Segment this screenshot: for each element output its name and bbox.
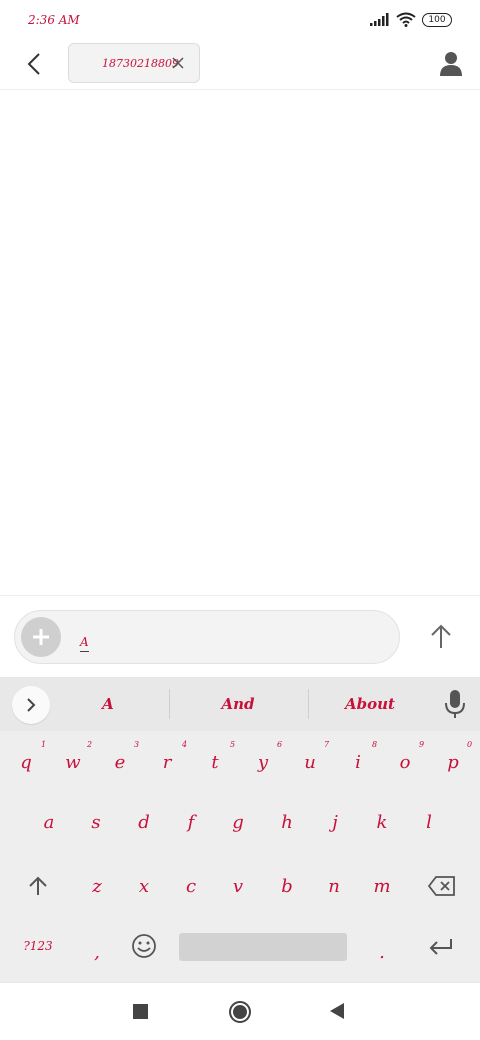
compose-text: A [80,633,89,652]
key-hint: 5 [230,740,236,749]
home-icon[interactable] [229,1001,251,1023]
compose-area: A [0,595,480,677]
add-attachment-button[interactable] [21,617,61,657]
signal-icon [370,13,389,26]
message-list [0,91,480,595]
send-arrow-icon[interactable] [426,622,456,652]
wifi-icon [396,12,416,27]
space-bar[interactable] [179,933,347,961]
expand-toolbar-button[interactable] [12,686,50,724]
key-hint: 3 [134,740,140,749]
battery-level: 100 [428,14,446,25]
key-t[interactable]: t [195,737,235,787]
key-a[interactable]: a [29,797,69,847]
key-r[interactable]: r [147,737,187,787]
period-key[interactable]: . [362,927,402,977]
key-j[interactable]: j [315,797,355,847]
key-m[interactable]: m [362,861,402,911]
suggestion-divider [169,689,170,719]
status-icons: 100 [370,12,452,27]
battery-icon: 100 [422,12,452,27]
comma-key[interactable]: , [77,927,117,977]
plus-icon [33,629,49,645]
key-hint: 6 [277,740,283,749]
back-button[interactable] [20,50,48,78]
chevron-right-icon [27,698,36,712]
compose-field[interactable]: A [14,610,400,664]
recipient-number: 18730218809 [102,56,179,70]
enter-key[interactable] [421,921,461,971]
key-hint: 4 [182,740,188,749]
suggestion-divider [308,689,309,719]
key-z[interactable]: z [77,861,117,911]
key-c[interactable]: c [171,861,211,911]
key-hint: 8 [372,740,378,749]
key-d[interactable]: d [124,797,164,847]
emoji-icon [132,934,156,958]
key-hint: 7 [324,740,330,749]
enter-icon [429,939,452,955]
keyboard: A And About q w e r t y u i o p 1 2 3 4 … [0,677,480,982]
system-nav-bar [0,982,480,1040]
key-s[interactable]: s [76,797,116,847]
key-h[interactable]: h [267,797,307,847]
key-l[interactable]: l [409,797,449,847]
suggestion-3[interactable]: About [310,695,430,713]
conversation-header: 18730218809 [0,40,480,90]
key-k[interactable]: k [362,797,402,847]
back-icon[interactable] [330,1003,344,1019]
symbols-key[interactable]: ?123 [18,921,58,971]
status-time: 2:36 AM [28,13,80,27]
key-f[interactable]: f [171,797,211,847]
shift-icon [29,876,47,895]
key-hint: 9 [419,740,425,749]
suggestion-2[interactable]: And [178,695,298,713]
key-n[interactable]: n [314,861,354,911]
key-v[interactable]: v [218,861,258,911]
shift-key[interactable] [18,861,58,911]
key-hint: 1 [41,740,47,749]
contact-icon[interactable] [438,50,464,78]
key-g[interactable]: g [218,797,258,847]
backspace-key[interactable] [422,861,462,911]
close-icon[interactable] [171,56,185,70]
key-hint: 2 [87,740,93,749]
suggestion-bar: A And About [0,677,480,731]
key-q[interactable]: q [6,737,46,787]
recents-icon[interactable] [133,1004,148,1019]
key-hint: 0 [467,740,473,749]
mic-icon[interactable] [444,689,466,719]
recipient-chip[interactable]: 18730218809 [68,43,200,83]
key-x[interactable]: x [124,861,164,911]
back-arrow-icon [27,53,40,75]
backspace-icon [428,876,455,896]
emoji-key[interactable] [124,921,164,971]
status-bar: 2:36 AM 100 [0,0,480,40]
suggestion-1[interactable]: A [48,695,168,713]
key-b[interactable]: b [267,861,307,911]
